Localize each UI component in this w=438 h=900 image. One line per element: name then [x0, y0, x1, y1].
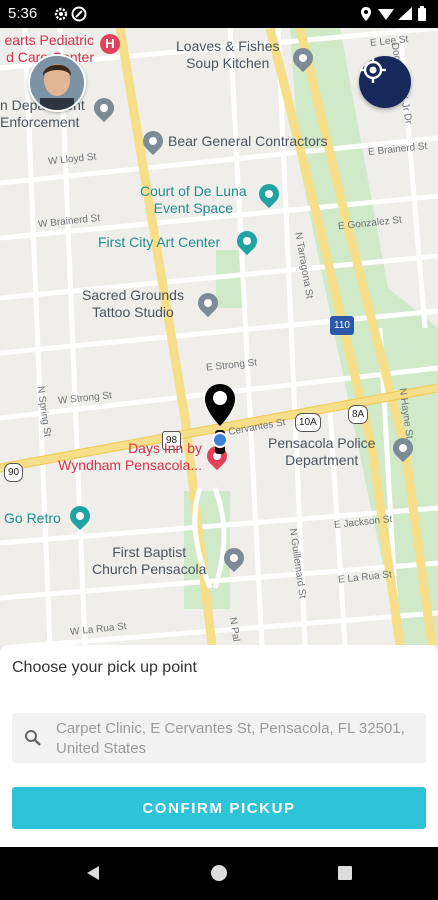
pickup-search-field[interactable]: Carpet Clinic, E Cervantes St, Pensacola…: [12, 713, 426, 763]
map-view[interactable]: 110 98 10A 8A 90 W Lloyd St E Lee St Doc…: [0, 28, 438, 645]
status-icons-left: [54, 6, 90, 27]
my-location-button[interactable]: [359, 56, 411, 108]
highway-shield-110: 110: [330, 316, 354, 335]
user-avatar[interactable]: [28, 54, 86, 112]
status-icons-right: [360, 6, 430, 27]
confirm-pickup-button[interactable]: CONFIRM PICKUP: [12, 787, 426, 829]
recents-icon[interactable]: [336, 864, 354, 882]
status-bar: 5:36: [0, 0, 438, 28]
poi-label[interactable]: First City Art Center: [98, 234, 220, 251]
settings-icon: [54, 6, 87, 22]
poi-label[interactable]: Pensacola Police Department: [268, 435, 375, 469]
crosshair-icon: [360, 57, 386, 83]
pickup-address-value[interactable]: Carpet Clinic, E Cervantes St, Pensacola…: [56, 719, 416, 759]
signal-wifi-battery-icon: [361, 6, 426, 21]
pickup-sheet: Choose your pick up point Carpet Clinic,…: [0, 645, 438, 847]
poi-label[interactable]: Loaves & Fishes Soup Kitchen: [176, 38, 280, 72]
poi-label[interactable]: Bear General Contractors: [168, 133, 328, 150]
home-icon[interactable]: [210, 864, 228, 882]
avatar-photo-icon: [30, 56, 84, 110]
status-time: 5:36: [8, 5, 38, 22]
poi-label[interactable]: Go Retro: [4, 510, 61, 527]
highway-shield-10a: 10A: [295, 413, 321, 432]
highway-shield-90: 90: [4, 463, 24, 482]
hospital-icon: H: [100, 34, 120, 54]
system-nav-bar: [0, 847, 438, 900]
poi-label[interactable]: Days Inn by Wyndham Pensacola...: [34, 440, 202, 474]
poi-label[interactable]: First Baptist Church Pensacola: [92, 544, 206, 578]
sheet-title: Choose your pick up point: [12, 659, 197, 676]
poi-label[interactable]: Court of De Luna Event Space: [140, 183, 247, 217]
back-icon[interactable]: [84, 864, 102, 882]
search-icon: [25, 730, 41, 746]
highway-shield-8a: 8A: [348, 405, 369, 424]
map-pin-icon: [205, 384, 235, 454]
poi-label[interactable]: Sacred Grounds Tattoo Studio: [82, 287, 184, 321]
